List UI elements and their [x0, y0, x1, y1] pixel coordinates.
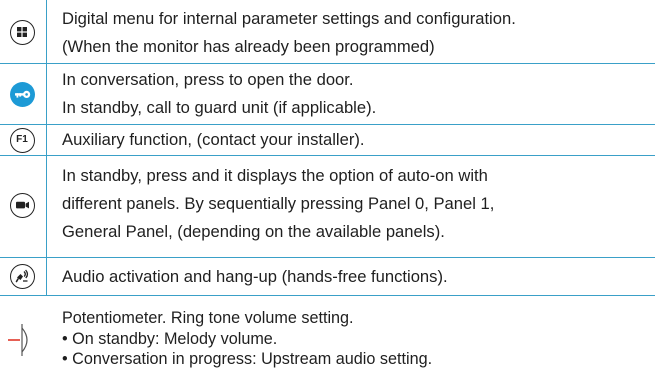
table-row-handsfree: Audio activation and hang-up (hands-free… [0, 258, 655, 296]
menu-grid-icon [10, 20, 35, 45]
row-description: In standby, press and it displays the op… [62, 156, 647, 246]
row-description: Audio activation and hang-up (hands-free… [62, 258, 647, 291]
text-line: Potentiometer. Ring tone volume setting. [62, 309, 354, 327]
table-row-door: In conversation, press to open the door.… [0, 64, 655, 125]
text-line: Audio activation and hang-up (hands-free… [62, 267, 448, 286]
text-line: In standby, press and it displays the op… [62, 166, 488, 185]
text-line: Auxiliary function, (contact your instal… [62, 130, 365, 149]
row-description: Digital menu for internal parameter sett… [62, 0, 647, 61]
camera-icon [10, 193, 35, 218]
row-description: Auxiliary function, (contact your instal… [62, 125, 647, 154]
function-table: Digital menu for internal parameter sett… [0, 0, 655, 381]
table-row-menu: Digital menu for internal parameter sett… [0, 0, 655, 64]
text-line: Digital menu for internal parameter sett… [62, 9, 516, 28]
row-description: In conversation, press to open the door.… [62, 64, 647, 122]
table-row-potentiometer: Potentiometer. Ring tone volume setting.… [0, 296, 655, 381]
f1-button-icon: F1 [10, 128, 35, 153]
row-description: Potentiometer. Ring tone volume setting.… [62, 296, 647, 370]
text-line: different panels. By sequentially pressi… [62, 194, 495, 213]
text-line: (When the monitor has already been progr… [62, 37, 435, 56]
key-icon [10, 82, 35, 107]
text-line: In standby, call to guard unit (if appli… [62, 98, 377, 117]
table-row-f1: F1 Auxiliary function, (contact your ins… [0, 125, 655, 156]
text-line: In conversation, press to open the door. [62, 70, 354, 89]
table-row-auto-on: In standby, press and it displays the op… [0, 156, 655, 258]
handsfree-audio-icon [10, 264, 35, 289]
potentiometer-icon [8, 322, 38, 358]
text-line: • Conversation in progress: Upstream aud… [62, 350, 433, 368]
text-line: • On standby: Melody volume. [62, 329, 278, 348]
f1-label: F1 [16, 134, 28, 145]
text-line: General Panel, (depending on the availab… [62, 222, 445, 241]
